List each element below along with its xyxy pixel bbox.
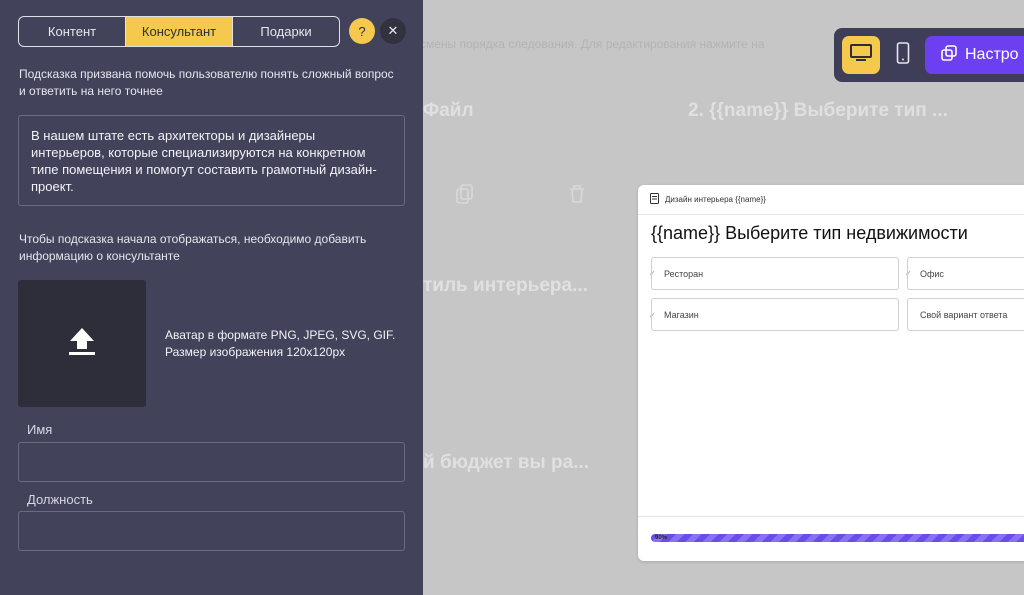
- progress-bar: [651, 534, 1024, 542]
- position-field[interactable]: [18, 511, 405, 551]
- panel-tabs: Контент Консультант Подарки: [18, 16, 340, 47]
- consultant-note: Чтобы подсказка начала отображаться, нео…: [19, 232, 367, 263]
- answer-option[interactable]: Магазин: [651, 298, 899, 331]
- preview-question: {{name}} Выберите тип недвижимости: [651, 223, 968, 243]
- document-icon: [650, 193, 659, 206]
- custom-answer-input[interactable]: Свой вариант ответа: [907, 298, 1024, 331]
- upload-icon: [68, 326, 96, 361]
- help-button[interactable]: ?: [349, 18, 375, 44]
- tab-consultant[interactable]: Консультант: [126, 17, 233, 46]
- avatar-upload-button[interactable]: [18, 280, 146, 407]
- tab-content[interactable]: Контент: [19, 17, 126, 46]
- copy-icon: [456, 184, 474, 210]
- intro-text: Подсказка призвана помочь пользователю п…: [19, 67, 394, 98]
- avatar-requirements: Аватар в формате PNG, JPEG, SVG, GIF. Ра…: [165, 327, 395, 361]
- hint-settings-panel: Контент Консультант Подарки ? ✕ Подсказк…: [0, 0, 423, 595]
- answer-option[interactable]: Офис: [907, 257, 1024, 290]
- step-2-title: 2. {{name}} Выберите тип ...: [688, 100, 948, 121]
- editor-hint: смены порядка следования. Для редактиров…: [420, 37, 765, 51]
- preview-title: Дизайн интерьера {{name}}: [665, 195, 766, 204]
- step-budget-title: й бюджет вы ра...: [423, 452, 590, 473]
- position-label: Должность: [27, 492, 93, 507]
- progress-label: 90%: [655, 535, 668, 541]
- desktop-view-button[interactable]: [842, 36, 880, 74]
- name-label: Имя: [27, 422, 53, 437]
- avatar-format-note: Аватар в формате PNG, JPEG, SVG, GIF.: [165, 328, 396, 342]
- close-button[interactable]: ✕: [380, 18, 406, 44]
- tab-gifts[interactable]: Подарки: [233, 17, 339, 46]
- quiz-preview: Дизайн интерьера {{name}} {{name}} Выбер…: [638, 185, 1024, 561]
- mobile-icon: [896, 41, 910, 69]
- preview-divider: [638, 516, 1024, 517]
- answer-option[interactable]: Ресторан: [651, 257, 899, 290]
- settings-label: Настро: [965, 46, 1019, 63]
- settings-button[interactable]: Настро: [925, 36, 1024, 74]
- name-field[interactable]: [18, 442, 405, 482]
- mobile-view-button[interactable]: [884, 36, 922, 74]
- step-style-title: тиль интерьера...: [423, 275, 588, 296]
- trash-icon: [568, 184, 586, 210]
- settings-icon: [941, 44, 957, 66]
- desktop-icon: [850, 43, 872, 67]
- avatar-size-note: Размер изображения 120x120px: [165, 345, 346, 359]
- preview-header: Дизайн интерьера {{name}}: [638, 185, 1024, 215]
- device-toolbar: Настро: [834, 28, 1024, 82]
- step-file-title: Файл: [423, 100, 474, 121]
- hint-textarea[interactable]: В нашем штате есть архитекторы и дизайне…: [18, 115, 405, 206]
